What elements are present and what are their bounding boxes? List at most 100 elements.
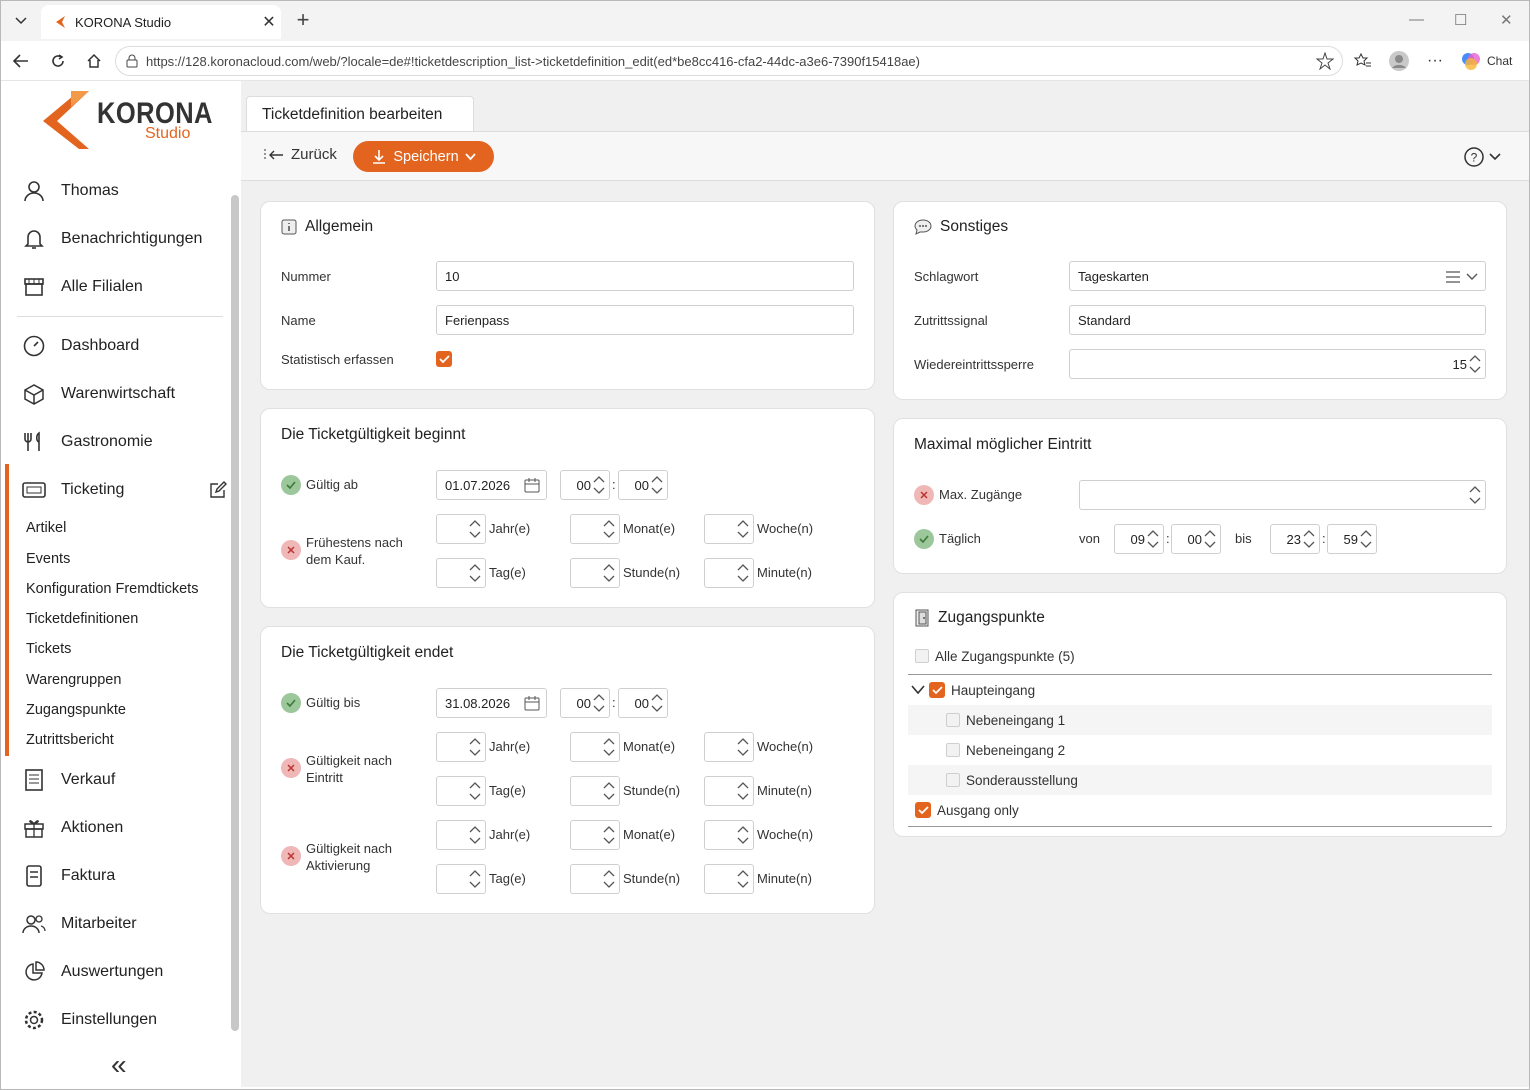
sidebar-item-warenwirtschaft[interactable]: Warenwirtschaft: [21, 379, 175, 409]
eintritt-monat-stepper[interactable]: [570, 732, 620, 762]
tree-row-sonderausstellung[interactable]: Sonderausstellung: [908, 765, 1492, 795]
von-hour-stepper[interactable]: 09: [1114, 524, 1164, 554]
sidebar-item-notifications[interactable]: Benachrichtigungen: [21, 224, 202, 254]
sidebar-sub-artikel[interactable]: Artikel: [26, 520, 66, 536]
maximize-icon[interactable]: ☐: [1454, 11, 1467, 29]
gueltig-ab-hour-stepper[interactable]: 00: [560, 470, 610, 500]
fruehestens-stunde-stepper[interactable]: [570, 558, 620, 588]
chevron-down-icon[interactable]: [911, 685, 925, 695]
save-button[interactable]: Speichern: [353, 141, 494, 172]
gueltig-bis-check-icon[interactable]: [281, 693, 301, 713]
minimize-icon[interactable]: —: [1409, 11, 1424, 28]
eintritt-minute-stepper[interactable]: [704, 776, 754, 806]
sidebar-sub-tickets[interactable]: Tickets: [26, 641, 71, 657]
sidebar-item-dashboard[interactable]: Dashboard: [21, 331, 139, 361]
fruehestens-minute-stepper[interactable]: [704, 558, 754, 588]
taeglich-check-icon[interactable]: [914, 529, 934, 549]
aktivierung-stunde-stepper[interactable]: [570, 864, 620, 894]
sidebar-scrollbar[interactable]: [231, 195, 239, 1031]
help-menu-button[interactable]: ?: [1463, 146, 1501, 168]
tree-row-nebeneingang-1[interactable]: Nebeneingang 1: [908, 705, 1492, 735]
calendar-icon[interactable]: [524, 695, 540, 711]
fruehestens-tag-stepper[interactable]: [436, 558, 486, 588]
sidebar-sub-fremdtickets[interactable]: Konfiguration Fremdtickets: [26, 581, 198, 597]
sidebar-sub-warengruppen[interactable]: Warengruppen: [26, 672, 121, 688]
sidebar-item-einstellungen[interactable]: Einstellungen: [21, 1005, 157, 1035]
sidebar-item-auswertungen[interactable]: Auswertungen: [21, 957, 163, 987]
max-zugaenge-cross-icon[interactable]: [914, 485, 934, 505]
sonderausstellung-checkbox[interactable]: [946, 773, 960, 787]
name-input[interactable]: Ferienpass: [436, 305, 854, 335]
calendar-icon[interactable]: [524, 477, 540, 493]
list-chevron-icon[interactable]: [1445, 270, 1483, 284]
bis-minute-stepper[interactable]: 59: [1327, 524, 1377, 554]
sidebar-item-verkauf[interactable]: Verkauf: [21, 765, 115, 795]
eintritt-tag-stepper[interactable]: [436, 776, 486, 806]
sidebar-sub-zugangspunkte[interactable]: Zugangspunkte: [26, 702, 126, 718]
tree-row-haupteingang[interactable]: Haupteingang: [908, 675, 1492, 705]
sidebar-item-stores[interactable]: Alle Filialen: [21, 272, 143, 302]
sidebar-item-mitarbeiter[interactable]: Mitarbeiter: [21, 909, 137, 939]
schlagwort-select[interactable]: Tageskarten: [1069, 261, 1486, 291]
sidebar-item-user[interactable]: Thomas: [21, 176, 119, 206]
reload-icon[interactable]: [46, 49, 70, 73]
gueltig-bis-minute-stepper[interactable]: 00: [618, 688, 668, 718]
new-tab-button[interactable]: +: [291, 7, 315, 33]
nebeneingang-2-checkbox[interactable]: [946, 743, 960, 757]
statistik-checkbox[interactable]: [436, 351, 452, 367]
sidebar-item-ticketing[interactable]: Ticketing: [21, 475, 124, 505]
tree-row-nebeneingang-2[interactable]: Nebeneingang 2: [908, 735, 1492, 765]
edit-icon[interactable]: [209, 481, 227, 499]
all-checkbox[interactable]: [915, 649, 929, 663]
home-icon[interactable]: [82, 49, 106, 73]
tree-row-all[interactable]: Alle Zugangspunkte (5): [908, 641, 1492, 671]
tree-row-ausgang[interactable]: Ausgang only: [908, 795, 1492, 825]
profile-avatar-icon[interactable]: [1387, 49, 1411, 73]
fruehestens-jahr-stepper[interactable]: [436, 514, 486, 544]
fruehestens-monat-stepper[interactable]: [570, 514, 620, 544]
nebeneingang-1-checkbox[interactable]: [946, 713, 960, 727]
gueltig-ab-date-input[interactable]: 01.07.2026: [436, 470, 547, 500]
aktivierung-jahr-stepper[interactable]: [436, 820, 486, 850]
nach-aktivierung-cross-icon[interactable]: [281, 846, 301, 866]
nach-eintritt-cross-icon[interactable]: [281, 758, 301, 778]
haupteingang-checkbox[interactable]: [929, 682, 945, 698]
gueltig-bis-date-input[interactable]: 31.08.2026: [436, 688, 547, 718]
tab-list-button[interactable]: [9, 9, 33, 33]
sidebar-item-gastronomie[interactable]: Gastronomie: [21, 427, 153, 457]
fruehestens-woche-stepper[interactable]: [704, 514, 754, 544]
aktivierung-woche-stepper[interactable]: [704, 820, 754, 850]
eintritt-jahr-stepper[interactable]: [436, 732, 486, 762]
wiedereintrittssperre-stepper[interactable]: 15: [1069, 349, 1486, 379]
von-minute-stepper[interactable]: 00: [1171, 524, 1221, 554]
browser-tab[interactable]: KORONA Studio ✕: [41, 5, 281, 39]
close-window-icon[interactable]: ✕: [1500, 11, 1513, 29]
sidebar-item-faktura[interactable]: Faktura: [21, 861, 115, 891]
more-menu-icon[interactable]: ···: [1423, 49, 1447, 73]
copilot-chat-button[interactable]: Chat: [1461, 49, 1512, 73]
aktivierung-monat-stepper[interactable]: [570, 820, 620, 850]
back-button[interactable]: Zurück: [263, 146, 337, 163]
sidebar-sub-events[interactable]: Events: [26, 551, 70, 567]
fruehestens-cross-icon[interactable]: [281, 540, 301, 560]
gueltig-ab-minute-stepper[interactable]: 00: [618, 470, 668, 500]
eintritt-woche-stepper[interactable]: [704, 732, 754, 762]
sidebar-sub-zutrittsbericht[interactable]: Zutrittsbericht: [26, 732, 114, 748]
sidebar-item-aktionen[interactable]: Aktionen: [21, 813, 123, 843]
close-tab-icon[interactable]: ✕: [257, 12, 281, 32]
nummer-input[interactable]: 10: [436, 261, 854, 291]
bis-hour-stepper[interactable]: 23: [1270, 524, 1320, 554]
favorite-star-icon[interactable]: [1316, 52, 1334, 70]
gueltig-bis-hour-stepper[interactable]: 00: [560, 688, 610, 718]
gueltig-ab-check-icon[interactable]: [281, 475, 301, 495]
collapse-sidebar-icon[interactable]: «: [111, 1049, 127, 1081]
zutrittssignal-input[interactable]: Standard: [1069, 305, 1486, 335]
url-field[interactable]: https://128.koronacloud.com/web/?locale=…: [115, 46, 1343, 76]
eintritt-stunde-stepper[interactable]: [570, 776, 620, 806]
max-zugaenge-stepper[interactable]: [1079, 480, 1486, 510]
back-arrow-icon[interactable]: [9, 49, 33, 73]
ausgang-checkbox[interactable]: [915, 802, 931, 818]
aktivierung-tag-stepper[interactable]: [436, 864, 486, 894]
aktivierung-minute-stepper[interactable]: [704, 864, 754, 894]
tab-ticketdefinition[interactable]: Ticketdefinition bearbeiten: [246, 96, 474, 132]
